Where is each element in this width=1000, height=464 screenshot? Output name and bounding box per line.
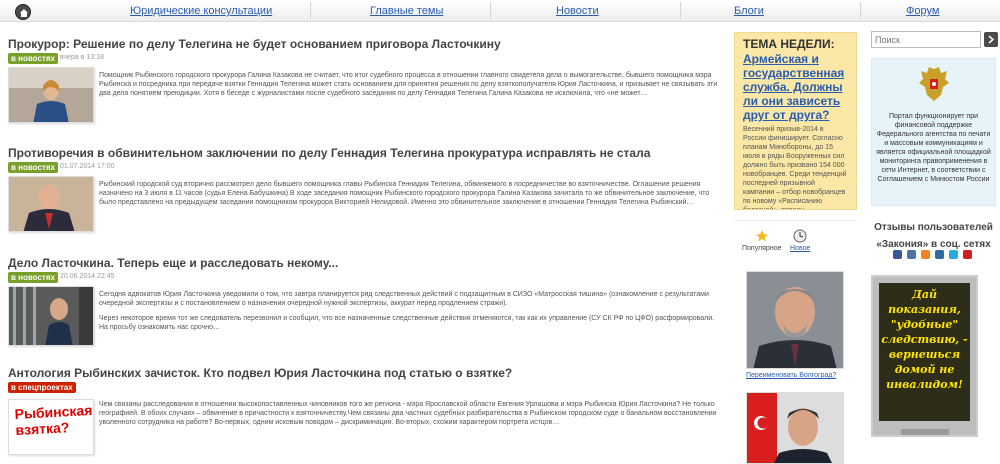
- article-excerpt: Сегодня адвокатов Юрия Ласточкина уведом…: [99, 290, 719, 332]
- twitter-icon[interactable]: [949, 250, 958, 259]
- star-icon: [755, 230, 768, 242]
- livejournal-icon[interactable]: [935, 250, 944, 259]
- photo-man-flag-image: [747, 393, 843, 463]
- article-thumbnail[interactable]: Рыбинская взятка?: [8, 399, 94, 455]
- article-date: 01.07.2014 17:00: [60, 163, 115, 170]
- chevron-right-icon: [988, 35, 995, 44]
- promo-banner[interactable]: Дай показания, "удобные" следствию, - ве…: [871, 275, 978, 437]
- photo-courtroom-image: [9, 287, 93, 345]
- photo-telegin-image: [9, 177, 93, 231]
- category-badge[interactable]: в новостях: [8, 162, 58, 173]
- nav-link-blogs[interactable]: Блоги: [734, 5, 764, 17]
- topic-of-week-label: ТЕМА НЕДЕЛИ:: [743, 37, 835, 51]
- facebook-icon[interactable]: [893, 250, 902, 259]
- article-excerpt-paragraph: Через некоторое время тот же следователь…: [99, 315, 715, 331]
- topic-of-week-box: ТЕМА НЕДЕЛИ: Армейская и государственная…: [734, 32, 857, 210]
- nav-link-main-topics[interactable]: Главные темы: [370, 5, 443, 17]
- popular-new-tabs: Популярное Новое: [734, 220, 857, 260]
- topic-of-week-link[interactable]: Армейская и государственная служба. Долж…: [743, 52, 848, 122]
- clock-icon: [793, 229, 807, 243]
- topic-of-week-text: Весенний призыв-2014 в России финиширует…: [743, 126, 847, 209]
- top-navigation: Юридические консультации Главные темы Но…: [0, 0, 1000, 22]
- article-title[interactable]: Прокурор: Решение по делу Телегина не бу…: [8, 37, 501, 51]
- nav-link-forum[interactable]: Форум: [906, 5, 939, 17]
- search-button[interactable]: [984, 32, 998, 47]
- promo-text: Дай показания, "удобные" следствию, - ве…: [881, 288, 968, 391]
- nav-divider: [310, 2, 311, 19]
- search-input[interactable]: [871, 31, 981, 48]
- nav-link-legal-consultations[interactable]: Юридические консультации: [130, 5, 272, 17]
- article-date: вчера в 13:18: [60, 54, 104, 61]
- category-badge[interactable]: в новостях: [8, 53, 58, 64]
- featured-person-photo[interactable]: [746, 392, 844, 464]
- article-thumbnail[interactable]: [8, 67, 94, 123]
- thumbnail-caption: Рыбинская взятка?: [14, 401, 93, 439]
- article-thumbnail[interactable]: [8, 286, 94, 346]
- article-excerpt: Чем связаны расследования в отношении вы…: [99, 401, 717, 426]
- odnoklassniki-icon[interactable]: [921, 250, 930, 259]
- featured-person-photo[interactable]: [746, 271, 844, 369]
- home-icon: [20, 9, 28, 17]
- category-badge[interactable]: в новостях: [8, 272, 58, 283]
- article-excerpt: Рыбинский городской суд вторично рассмот…: [99, 181, 710, 206]
- home-button[interactable]: [15, 4, 31, 20]
- tab-new-label: Новое: [790, 245, 811, 252]
- article-title[interactable]: Противоречия в обвинительном заключении …: [8, 146, 650, 160]
- government-support-text: Портал функционирует при финансовой подд…: [876, 113, 991, 183]
- tab-popular-label: Популярное: [742, 245, 782, 252]
- tab-popular[interactable]: Популярное: [742, 229, 781, 252]
- category-badge[interactable]: в спецпроектах: [8, 382, 76, 393]
- article-title[interactable]: Дело Ласточкина. Теперь еще и расследова…: [8, 256, 338, 270]
- photo-prosecutor-image: [9, 68, 93, 122]
- article-excerpt: Помощник Рыбинского городского прокурора…: [99, 72, 718, 97]
- vkontakte-icon[interactable]: [907, 250, 916, 259]
- government-support-box: Портал функционирует при финансовой подд…: [871, 58, 996, 206]
- tab-new[interactable]: Новое: [790, 229, 810, 252]
- article-title[interactable]: Антология Рыбинских зачисток. Кто подвел…: [8, 366, 512, 380]
- promo-screen: Дай показания, "удобные" следствию, - ве…: [879, 283, 970, 421]
- youtube-icon[interactable]: [963, 250, 972, 259]
- nav-divider: [490, 2, 491, 19]
- article-excerpt-paragraph: Сегодня адвокатов Юрия Ласточкина уведом…: [99, 291, 709, 307]
- social-reviews-heading: Отзывы пользователей «Закония» в соц. се…: [874, 222, 993, 250]
- photo-man-image: [747, 272, 843, 368]
- promo-stand: [901, 429, 949, 435]
- article-thumbnail[interactable]: [8, 176, 94, 232]
- nav-divider: [680, 2, 681, 19]
- nav-divider: [860, 2, 861, 19]
- coat-of-arms-icon: [918, 67, 949, 101]
- nav-link-news[interactable]: Новости: [556, 5, 599, 17]
- featured-person-link[interactable]: Переименовать Волгоград?: [746, 372, 836, 379]
- article-date: 20.06.2014 22:45: [60, 273, 115, 280]
